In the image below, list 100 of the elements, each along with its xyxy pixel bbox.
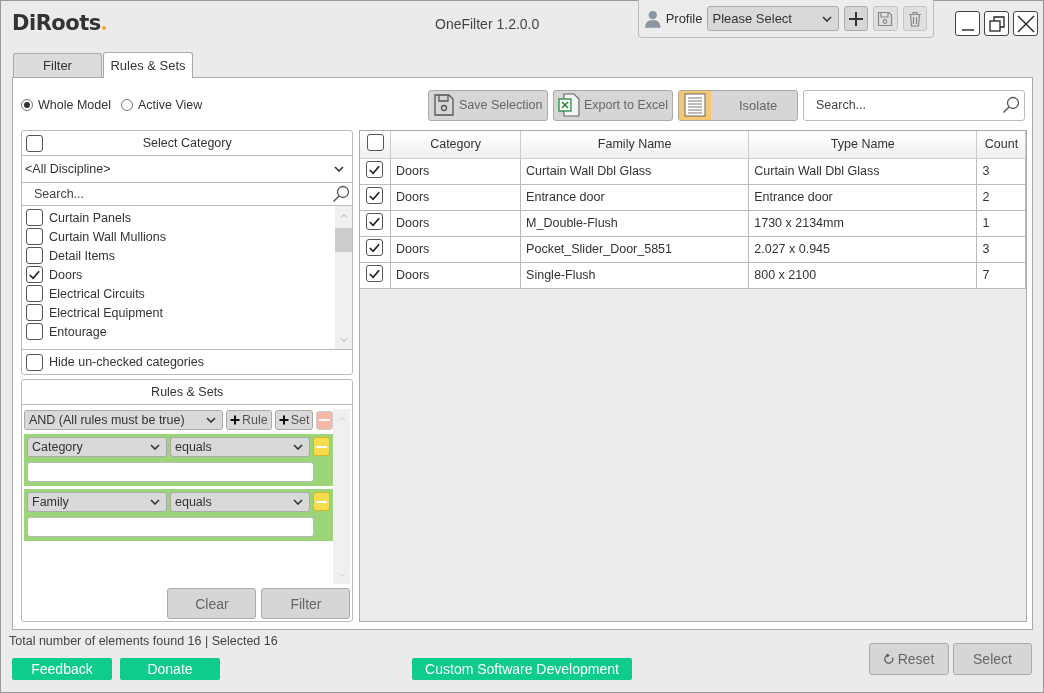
chevron-icon	[206, 417, 216, 423]
checkbox[interactable]	[366, 265, 384, 283]
table-cell: Doors	[390, 236, 521, 262]
checkbox[interactable]	[26, 304, 43, 321]
table-cell: Entrance door	[520, 184, 749, 210]
list-item[interactable]: Electrical Circuits	[49, 286, 145, 301]
search-input[interactable]: Search...	[814, 97, 1002, 113]
chevron-icon	[150, 444, 160, 450]
value-field[interactable]	[27, 517, 314, 537]
action-button[interactable]: Filter	[261, 588, 351, 619]
scrollbar-thumb[interactable]	[335, 228, 353, 252]
scrollbar[interactable]	[333, 409, 351, 584]
search-icon	[1002, 96, 1020, 114]
maximize-button[interactable]	[984, 11, 1009, 36]
list-item[interactable]: Doors	[49, 267, 83, 282]
select-button[interactable]: Select	[953, 643, 1032, 675]
field-dropdown[interactable]: Category	[27, 437, 167, 457]
table-cell: Doors	[390, 184, 521, 210]
minimize-button[interactable]	[955, 11, 980, 36]
panel-title: Rules & Sets	[151, 385, 224, 399]
checkbox[interactable]	[26, 209, 43, 226]
search-field[interactable]: Search...	[803, 89, 1025, 121]
status-text: Total number of elements found 16 | Selected 16	[9, 634, 279, 648]
profile-label: Profile	[665, 11, 703, 26]
scroll-up-icon	[340, 212, 348, 218]
table-cell: 3	[976, 236, 1026, 262]
plus-icon	[278, 415, 289, 425]
toolbar-button[interactable]: Isolate	[678, 89, 798, 121]
checkbox-label[interactable]: Hide un-checked categories	[49, 355, 204, 369]
tab[interactable]: Rules & Sets	[103, 52, 193, 78]
table-cell: 3	[976, 158, 1026, 184]
save-icon	[877, 10, 894, 27]
table-cell: M_Double-Flush	[520, 210, 749, 236]
save-icon	[433, 93, 455, 117]
radio-label[interactable]: Whole Model	[38, 98, 111, 112]
list-item[interactable]: Entourage	[49, 324, 107, 339]
radio-label[interactable]: Active View	[137, 98, 203, 112]
add-button[interactable]	[843, 6, 869, 31]
search-icon	[332, 185, 351, 203]
checkbox[interactable]	[366, 161, 384, 179]
checkbox[interactable]	[26, 323, 43, 340]
checkbox[interactable]	[26, 247, 43, 264]
minimize-icon	[961, 28, 974, 31]
table-cell: 2.027 x 0.945	[748, 236, 977, 262]
checkbox[interactable]	[366, 213, 384, 231]
list-item[interactable]: Detail Items	[49, 248, 115, 263]
table-cell: Curtain Wall Dbl Glass	[520, 158, 749, 184]
condition-dropdown[interactable]: equals	[170, 492, 310, 512]
table-cell: 1	[976, 210, 1026, 236]
value-field[interactable]	[27, 462, 314, 482]
chevron-icon	[334, 166, 345, 172]
search-input[interactable]: Search...	[32, 186, 333, 202]
column-header[interactable]: Category	[390, 131, 521, 158]
close-icon	[1016, 14, 1035, 33]
search-field[interactable]: Search...	[22, 183, 353, 206]
chevron-icon	[150, 499, 160, 505]
column-header[interactable]: Family Name	[520, 131, 749, 158]
table-cell: Doors	[390, 158, 521, 184]
plus-icon	[230, 415, 240, 425]
chevron-icon	[821, 15, 832, 22]
trash-icon	[906, 10, 923, 27]
condition-dropdown[interactable]: equals	[170, 437, 310, 457]
checkbox[interactable]	[366, 134, 384, 152]
tab[interactable]: Filter	[13, 53, 102, 77]
delete-button[interactable]	[902, 6, 927, 31]
column-header[interactable]: Type Name	[748, 131, 977, 158]
list-item[interactable]: Curtain Wall Mullions	[49, 229, 166, 244]
scrollbar[interactable]	[335, 206, 353, 349]
table-cell: 7	[976, 262, 1026, 288]
checkbox[interactable]	[26, 285, 43, 302]
user-icon	[645, 9, 661, 28]
reset-button[interactable]: Reset	[869, 643, 949, 675]
document-icon	[684, 93, 706, 117]
column-header[interactable]: Count	[976, 131, 1026, 158]
checkbox[interactable]	[26, 228, 43, 245]
profile-dropdown[interactable]: Please Select	[707, 6, 839, 31]
list-item[interactable]: Curtain Panels	[49, 210, 131, 225]
action-button[interactable]: Clear	[167, 588, 257, 619]
add-rule-button[interactable]: Rule	[226, 410, 272, 430]
scroll-down-icon	[340, 337, 348, 343]
field-dropdown[interactable]: Family	[27, 492, 167, 512]
table-cell: Single-Flush	[520, 262, 749, 288]
checkbox[interactable]	[26, 135, 43, 152]
checkbox[interactable]	[366, 187, 384, 205]
checkbox[interactable]	[366, 239, 384, 257]
list-item[interactable]: Electrical Equipment	[49, 305, 163, 320]
checkbox[interactable]	[26, 266, 43, 283]
table-cell: Pocket_Slider_Door_5851	[520, 236, 749, 262]
table-cell: Doors	[390, 210, 521, 236]
toolbar-button[interactable]: Export to Excel	[553, 89, 673, 121]
table-cell: 2	[976, 184, 1026, 210]
logo: DiRoots	[12, 11, 112, 35]
close-button[interactable]	[1013, 11, 1038, 36]
chevron-icon	[293, 499, 303, 505]
table-cell: Entrance door	[748, 184, 977, 210]
operator-dropdown[interactable]: AND (All rules must be true)	[24, 410, 223, 430]
checkbox[interactable]	[26, 353, 43, 371]
window-title: OneFilter 1.2.0.0	[435, 16, 541, 32]
add-set-button[interactable]: Set	[274, 410, 314, 430]
toolbar-button[interactable]: Save Selection	[428, 89, 548, 121]
